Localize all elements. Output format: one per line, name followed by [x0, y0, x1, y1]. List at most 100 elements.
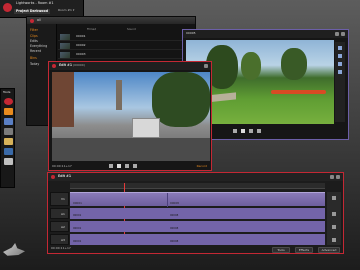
source-viewer-side-toolbar	[335, 42, 345, 122]
clip-thumbnail	[60, 52, 70, 58]
shark-logo-icon	[3, 243, 25, 256]
sidebar-item-today[interactable]: Today	[30, 62, 39, 66]
tree-image	[241, 52, 261, 80]
stop-icon[interactable]	[133, 164, 137, 168]
timeline-title-bar[interactable]: Edit #1	[48, 173, 343, 181]
tools-title: Tools	[3, 90, 11, 94]
timeline-title: Edit #1	[58, 174, 72, 178]
record-viewer-title: Edit #1	[59, 63, 73, 67]
close-icon[interactable]	[52, 64, 56, 68]
maximize-icon[interactable]	[204, 64, 208, 68]
mark-in-icon[interactable]	[338, 46, 342, 50]
sync-icon[interactable]	[4, 128, 13, 135]
sidebar-item-bins[interactable]: Bins	[30, 56, 37, 60]
list-item[interactable]: 00003	[58, 51, 193, 59]
close-icon[interactable]	[341, 32, 345, 36]
record-transport-controls	[109, 164, 159, 169]
effects-icon[interactable]	[4, 158, 13, 165]
clip-label: 00008	[170, 240, 179, 243]
sidebar-item-filter[interactable]: Filter	[30, 28, 38, 32]
play-icon[interactable]	[241, 129, 245, 133]
tree-image	[152, 72, 210, 127]
monitor-icon[interactable]	[4, 148, 13, 155]
advanced-button[interactable]: Advanced	[318, 247, 340, 253]
settings-icon[interactable]	[330, 175, 334, 179]
lock-icon[interactable]	[332, 225, 336, 229]
track-header-a2[interactable]: A2	[50, 221, 69, 232]
lock-icon[interactable]	[332, 238, 336, 242]
clip-label: 00008	[170, 201, 179, 205]
track-label: A2	[61, 225, 65, 229]
tab-sound[interactable]: Sound	[127, 28, 136, 31]
sidebar-item-everything[interactable]: Everything	[30, 44, 47, 48]
play-icon[interactable]	[117, 164, 121, 168]
record-viewer-subtitle: (00000)	[73, 63, 85, 67]
export-icon[interactable]	[4, 108, 13, 115]
source-viewer-title: 00005	[186, 31, 196, 35]
timeline-window: Edit #1 V1 A1 A2 A3 00001 00008 00001 00…	[47, 172, 344, 254]
source-transport-controls	[233, 129, 293, 134]
record-viewer-window: Edit #1 (00000) 00:00:11+17 Record	[48, 61, 212, 171]
track-header-a3[interactable]: A3	[50, 234, 69, 245]
close-icon[interactable]	[51, 175, 55, 179]
timeline-right-strip	[327, 192, 341, 245]
audio-clip[interactable]: 00001 00008	[70, 208, 325, 219]
lock-icon[interactable]	[332, 212, 336, 216]
clip-thumbnail	[60, 43, 70, 49]
sidebar-item-recent[interactable]: Recent	[30, 49, 41, 53]
tab-filmed[interactable]: Filmed	[87, 28, 96, 31]
building-image	[52, 72, 74, 127]
sidebar-item-edits[interactable]: Edits	[30, 39, 38, 43]
track-label: A1	[61, 212, 65, 216]
bus-image	[132, 118, 160, 138]
lightworks-logo-icon	[3, 3, 12, 12]
tools-panel: Tools	[0, 88, 15, 188]
track-header-a1[interactable]: A1	[50, 208, 69, 219]
record-timecode: 00:00:11+17	[52, 164, 72, 168]
record-icon[interactable]	[4, 98, 13, 105]
effects-button[interactable]: Effects	[295, 247, 313, 253]
track-header-v1[interactable]: V1	[50, 192, 69, 206]
browser-title: all	[37, 18, 41, 22]
folder-icon[interactable]	[4, 138, 13, 145]
fast-forward-icon[interactable]	[249, 129, 253, 133]
list-item[interactable]: 00001	[58, 33, 193, 41]
log-icon[interactable]	[4, 118, 13, 125]
audio-clip[interactable]: 00001 00008	[70, 234, 325, 245]
project-label[interactable]: Project Darkwood	[14, 9, 50, 15]
rewind-icon[interactable]	[109, 164, 113, 168]
video-clip[interactable]: 00001 00008	[70, 192, 325, 207]
tools-button[interactable]: Tools	[272, 247, 290, 253]
clip-name: 00003	[76, 52, 86, 56]
clip-label: 00008	[170, 227, 179, 230]
app-title: Lightworks - Room #1	[16, 1, 54, 5]
replace-icon[interactable]	[338, 70, 342, 74]
list-item[interactable]: 00002	[58, 42, 193, 50]
rewind-icon[interactable]	[233, 129, 237, 133]
maximize-icon[interactable]	[336, 175, 340, 179]
stop-icon[interactable]	[257, 129, 261, 133]
audio-clip[interactable]: 00001 00008	[70, 221, 325, 232]
clip-name: 00001	[76, 34, 86, 38]
sidebar-item-clips[interactable]: Clips	[30, 34, 38, 38]
browser-title-bar[interactable]: all	[27, 17, 195, 24]
timeline-timecode: 00:00:11+17	[51, 246, 71, 250]
clip-label: 00001	[73, 214, 82, 217]
record-viewer-title-bar[interactable]: Edit #1 (00000)	[49, 62, 211, 70]
maximize-icon[interactable]	[335, 32, 339, 36]
street-image	[52, 138, 210, 161]
close-icon[interactable]	[30, 18, 34, 23]
room-menu[interactable]: Room #1 ▾	[58, 9, 74, 12]
timeline-ruler[interactable]	[70, 183, 325, 189]
fast-forward-icon[interactable]	[125, 164, 129, 168]
clip-thumbnail	[60, 34, 70, 40]
record-video-frame[interactable]	[52, 72, 210, 161]
track-label: A3	[61, 238, 65, 242]
flower-bed-image	[271, 90, 326, 94]
insert-icon[interactable]	[338, 62, 342, 66]
mark-out-icon[interactable]	[338, 54, 342, 58]
record-status: Record	[196, 164, 207, 168]
volume-icon[interactable]	[332, 196, 336, 200]
source-viewer-title-bar[interactable]: 00005	[183, 30, 348, 38]
clip-label: 00008	[170, 214, 179, 217]
